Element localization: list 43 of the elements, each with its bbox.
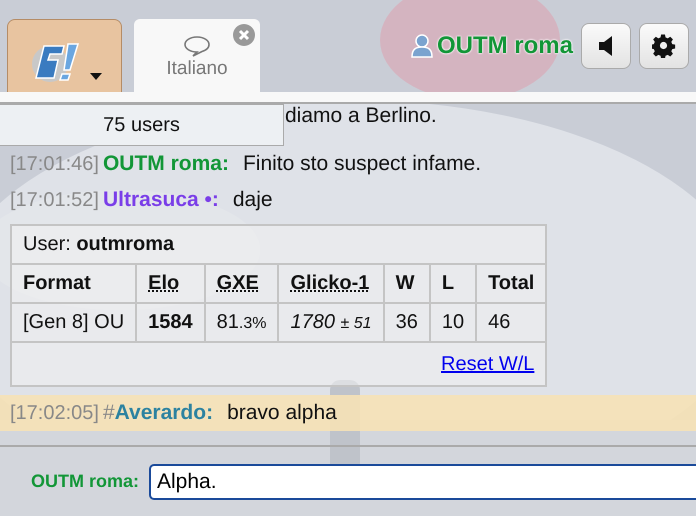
message-text: bravo alpha <box>227 401 337 425</box>
column-header: W <box>384 264 430 303</box>
timestamp: [17:01:46] <box>10 153 99 176</box>
message-text: Finito sto suspect infame. <box>242 152 482 176</box>
column-header: Total <box>476 264 546 303</box>
column-header: Format <box>11 264 136 303</box>
speaker-icon <box>599 36 613 56</box>
column-header: Glicko-1 <box>278 264 384 303</box>
room-tab[interactable]: Italiano <box>134 19 260 92</box>
username: OUTM roma: <box>31 471 139 492</box>
username[interactable]: OUTM roma: <box>102 152 229 176</box>
username[interactable]: Averardo: <box>114 401 214 425</box>
gxe-decimal: .3% <box>238 315 266 332</box>
glicko-deviation: ± 51 <box>340 315 372 332</box>
table-cell: 36 <box>384 303 430 342</box>
caret-icon <box>90 73 102 80</box>
gxe-value: 81 <box>216 311 239 333</box>
glicko-rating: 1780 <box>290 311 335 333</box>
message-input[interactable]: Alpha. <box>149 464 696 500</box>
table-title: User: outmroma <box>11 225 546 264</box>
message-text: diamo a Berlino. <box>285 104 437 128</box>
sound-button[interactable] <box>581 23 631 69</box>
table-cell: 1584 <box>136 303 205 342</box>
username[interactable]: Ultrasuca •: <box>102 188 219 212</box>
timestamp: [17:02:05] <box>10 402 99 425</box>
message-text: daje <box>232 188 273 212</box>
timestamp: [17:01:52] <box>10 189 99 212</box>
chat-bubble-icon <box>183 35 211 57</box>
user-icon <box>410 34 433 58</box>
column-header: Elo <box>136 264 205 303</box>
tab-label: Italiano <box>166 58 228 80</box>
table-cell: [Gen 8] OU <box>11 303 136 342</box>
settings-icon <box>652 34 676 58</box>
table-cell: 10 <box>430 303 476 342</box>
settings-button[interactable] <box>639 23 689 69</box>
close-icon[interactable] <box>233 24 255 46</box>
logo-menu-button[interactable] <box>7 19 122 92</box>
rank-symbol: # <box>102 401 115 425</box>
table-cell: 46 <box>476 303 546 342</box>
reset-link[interactable]: Reset W/L <box>441 352 534 374</box>
column-header: GXE <box>204 264 278 303</box>
users-popup[interactable]: 75 users <box>0 104 284 146</box>
column-header: L <box>430 264 476 303</box>
